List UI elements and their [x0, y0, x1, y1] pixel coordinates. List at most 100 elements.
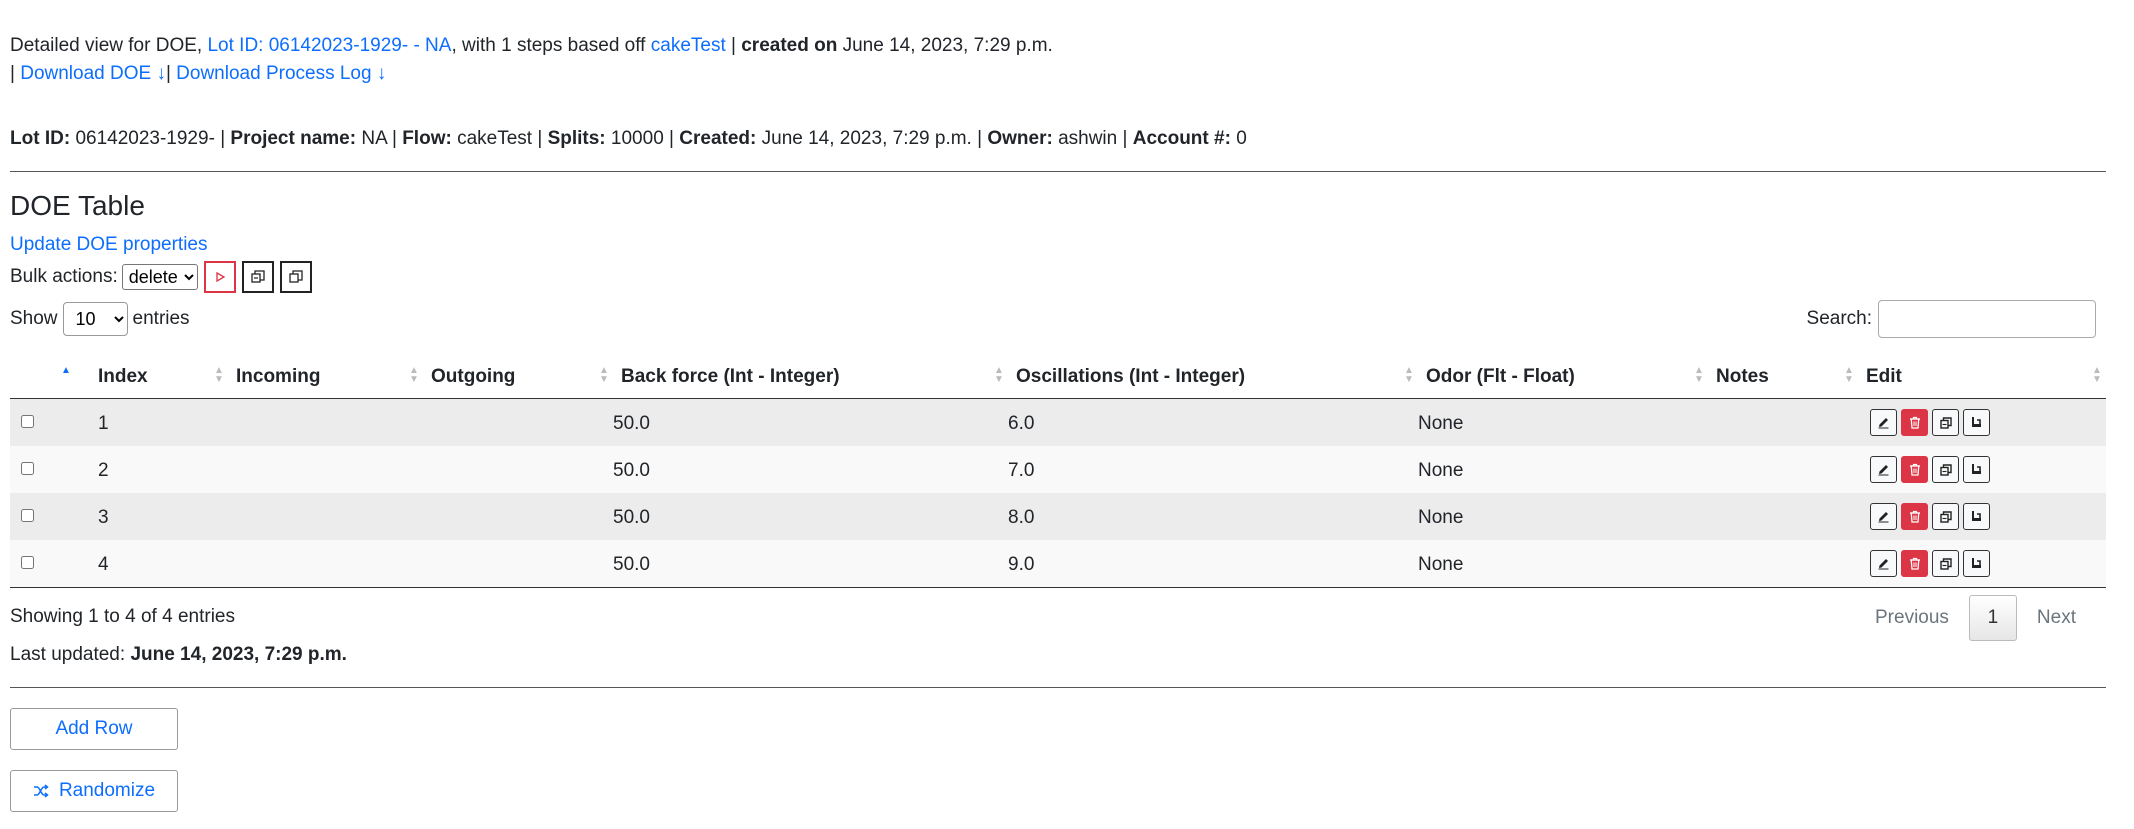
row-checkbox[interactable]	[21, 462, 34, 475]
download-doe-link[interactable]: Download DOE ↓	[20, 63, 166, 84]
column-index[interactable]: Index ▲ ▼	[90, 354, 228, 399]
search-control: Search:	[1807, 300, 2096, 338]
row-checkbox[interactable]	[21, 509, 34, 522]
cell-edit	[1858, 540, 2106, 588]
divider-bottom	[10, 687, 2106, 688]
column-back-force[interactable]: Back force (Int - Integer) ▲ ▼	[613, 354, 1008, 399]
info-lot-label: Lot ID:	[10, 128, 71, 149]
table-row: 2 50.0 7.0 None	[10, 446, 2106, 493]
cell-oscillations: 6.0	[1008, 399, 1418, 447]
cell-back-force-value: 50.0	[613, 554, 650, 575]
lot-info-line: Lot ID: 06142023-1929- | Project name: N…	[10, 128, 1247, 150]
add-row-label: Add Row	[55, 718, 133, 739]
info-splits-label: Splits:	[547, 128, 606, 149]
page-1-button[interactable]: 1	[1968, 595, 2017, 641]
next-page-button[interactable]: Next	[2017, 607, 2096, 629]
duplicate-icon	[289, 270, 303, 283]
cell-back-force: 50.0	[613, 446, 1008, 493]
info-sep: |	[669, 128, 674, 149]
row-checkbox[interactable]	[21, 415, 34, 428]
table-info: Showing 1 to 4 of 4 entries	[10, 606, 235, 627]
bulk-actions-select[interactable]: delete	[121, 264, 198, 290]
cell-back-force-value: 50.0	[613, 413, 650, 434]
cell-incoming	[228, 540, 423, 588]
bulk-copy-button[interactable]	[241, 261, 274, 293]
info-owner-label: Owner:	[987, 128, 1053, 149]
cell-incoming	[228, 399, 423, 447]
column-notes[interactable]: Notes ▲ ▼	[1708, 354, 1858, 399]
cell-outgoing	[423, 399, 613, 447]
cell-index: 1	[90, 399, 228, 447]
column-oscillations-label: Oscillations (Int - Integer)	[1016, 366, 1246, 387]
download-links: | Download DOE ↓| Download Process Log ↓	[10, 63, 386, 85]
shuffle-icon	[33, 784, 49, 798]
cell-odor: None	[1418, 399, 1708, 447]
column-outgoing-label: Outgoing	[431, 366, 516, 387]
cell-index-value: 3	[98, 507, 109, 528]
info-sep: |	[391, 128, 397, 149]
cell-oscillations-value: 9.0	[1008, 554, 1035, 575]
last-updated-value: June 14, 2023, 7:29 p.m.	[130, 644, 347, 665]
entries-label: entries	[132, 308, 190, 329]
download-separator-start: |	[10, 63, 15, 84]
header-separator: |	[731, 35, 736, 56]
row-select-cell	[10, 540, 1990, 588]
bulk-duplicate-button[interactable]	[279, 261, 312, 293]
cell-odor-value: None	[1418, 460, 1464, 481]
randomize-button[interactable]: Randomize	[10, 770, 178, 812]
cell-outgoing	[423, 493, 613, 540]
bulk-actions-label: Bulk actions:	[10, 266, 118, 287]
info-project-label: Project name:	[230, 128, 357, 149]
search-input[interactable]	[1878, 300, 2096, 338]
flow-link[interactable]: cakeTest	[651, 35, 726, 56]
cell-odor-value: None	[1418, 554, 1464, 575]
add-row-button[interactable]: Add Row	[10, 708, 178, 750]
info-flow-label: Flow:	[402, 128, 452, 149]
previous-page-button[interactable]: Previous	[1855, 607, 1969, 629]
download-process-log-link[interactable]: Download Process Log ↓	[176, 63, 386, 84]
row-select-cell	[10, 493, 1990, 540]
bulk-run-button[interactable]	[203, 261, 236, 293]
cell-index-value: 4	[98, 554, 109, 575]
column-notes-label: Notes	[1716, 366, 1769, 387]
randomize-label: Randomize	[58, 780, 156, 801]
column-outgoing[interactable]: Outgoing ▲ ▼	[423, 354, 613, 399]
sort-icon: ▲ ▼	[409, 365, 419, 385]
column-oscillations[interactable]: Oscillations (Int - Integer) ▲ ▼	[1008, 354, 1418, 399]
table-row: 1 50.0 6.0 None	[10, 398, 2106, 447]
sort-icon: ▲ ▼	[1844, 365, 1854, 385]
cell-oscillations-value: 6.0	[1008, 413, 1035, 434]
cell-back-force: 50.0	[613, 493, 1008, 540]
cell-index: 3	[90, 493, 228, 540]
info-sep: |	[977, 128, 983, 149]
column-edit[interactable]: Edit ▲ ▼	[1858, 354, 2106, 399]
cell-back-force: 50.0	[613, 540, 1008, 588]
created-value: June 14, 2023, 7:29 p.m.	[842, 35, 1053, 56]
column-odor[interactable]: Odor (Flt - Float) ▲ ▼	[1418, 354, 1708, 399]
cell-oscillations-value: 8.0	[1008, 507, 1035, 528]
pagination: Previous 1 Next	[1855, 595, 2096, 641]
cell-incoming	[228, 446, 423, 493]
column-incoming[interactable]: Incoming ▲ ▼	[228, 354, 423, 399]
cell-odor: None	[1418, 493, 1708, 540]
column-incoming-label: Incoming	[236, 366, 321, 387]
show-label: Show	[10, 308, 58, 329]
cell-incoming	[228, 493, 423, 540]
update-doe-properties-link[interactable]: Update DOE properties	[10, 234, 208, 256]
column-edit-label: Edit	[1866, 366, 1902, 387]
lot-link[interactable]: Lot ID: 06142023-1929- - NA	[207, 35, 451, 56]
info-splits-value: 10000	[610, 128, 664, 149]
column-back-force-label: Back force (Int - Integer)	[621, 366, 840, 387]
info-sep: |	[1122, 128, 1128, 149]
row-select-cell	[10, 446, 1990, 493]
sort-icon: ▲ ▼	[994, 365, 1004, 385]
info-lot-value: 06142023-1929-	[75, 128, 215, 149]
cell-odor-value: None	[1418, 413, 1464, 434]
column-select[interactable]: ▲	[10, 354, 90, 399]
table-header-row: ▲ Index ▲ ▼ Incoming ▲ ▼ Outgoing ▲ ▼ Back …	[10, 354, 2106, 399]
page-length-select[interactable]: 10	[62, 302, 128, 336]
divider-top	[10, 171, 2106, 172]
last-updated: Last updated: June 14, 2023, 7:29 p.m.	[10, 644, 347, 666]
cell-back-force-value: 50.0	[613, 460, 650, 481]
row-checkbox[interactable]	[21, 556, 34, 569]
